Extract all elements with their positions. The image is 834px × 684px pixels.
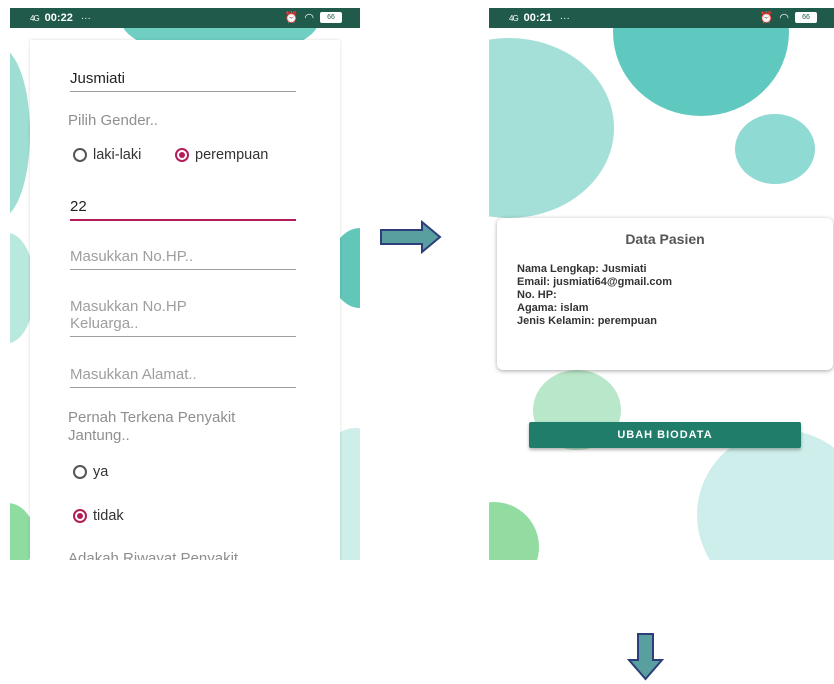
phone-placeholder: Masukkan No.HP..: [70, 248, 194, 265]
bg-circle: [489, 38, 614, 218]
detail-gender: Jenis Kelamin: perempuan: [517, 315, 657, 327]
detail-religion: Agama: islam: [517, 302, 589, 314]
arrow-right-icon: [380, 220, 442, 254]
heart-option-label: tidak: [93, 508, 124, 524]
radio-on-icon: [175, 148, 189, 162]
radio-on-icon: [73, 509, 87, 523]
arrow-down-icon: [626, 633, 665, 681]
alarm-icon: ⏰: [284, 12, 299, 24]
form-screen: 4G 00:22 ··· ⏰ ◠ 66 Jusmiati Pilih Gende…: [10, 8, 360, 568]
alarm-icon: ⏰: [759, 12, 774, 24]
heart-option-label: ya: [93, 464, 109, 480]
patient-data-screen: 4G 00:21 ··· ⏰ ◠ 66 Data Pasien Nama Len…: [489, 8, 834, 568]
address-field[interactable]: Masukkan Alamat..: [70, 366, 296, 388]
heart-disease-label: Pernah Terkena Penyakit Jantung..: [68, 409, 236, 444]
gender-radio-female[interactable]: perempuan: [175, 147, 268, 163]
status-time: 00:22: [44, 12, 73, 24]
detail-email: Email: jusmiati64@gmail.com: [517, 276, 672, 288]
nav-bar: ☰ ⌂ ↩: [489, 560, 834, 568]
radio-off-icon: [73, 465, 87, 479]
signal-icon: 4G: [30, 13, 40, 23]
form-card: Jusmiati Pilih Gender.. laki-laki peremp…: [30, 40, 340, 568]
status-more: ···: [80, 12, 91, 24]
radio-off-icon: [73, 148, 87, 162]
status-bar: 4G 00:21 ··· ⏰ ◠ 66: [489, 8, 834, 28]
bg-circle: [489, 502, 539, 568]
nav-bar: ☰ ⌂ ↩: [10, 560, 360, 568]
patient-info-card: Data Pasien Nama Lengkap: Jusmiati Email…: [497, 218, 833, 370]
age-value: 22: [70, 198, 87, 215]
name-value: Jusmiati: [70, 70, 126, 87]
battery-icon: 66: [320, 12, 342, 23]
family-phone-placeholder: Masukkan No.HP Keluarga..: [70, 298, 187, 332]
detail-phone: No. HP:: [517, 289, 557, 301]
status-bar: 4G 00:22 ··· ⏰ ◠ 66: [10, 8, 360, 28]
heart-radio-no[interactable]: tidak: [73, 508, 124, 524]
gender-radio-male[interactable]: laki-laki: [73, 147, 141, 163]
address-placeholder: Masukkan Alamat..: [70, 366, 197, 383]
status-more: ···: [559, 12, 570, 24]
name-field[interactable]: Jusmiati: [70, 70, 296, 92]
gender-option-label: perempuan: [195, 147, 269, 163]
status-time: 00:21: [523, 12, 552, 24]
heart-radio-yes[interactable]: ya: [73, 464, 108, 480]
phone-field[interactable]: Masukkan No.HP..: [70, 248, 296, 270]
bg-circle: [735, 114, 815, 184]
bg-circle: [10, 48, 30, 218]
card-title: Data Pasien: [625, 231, 705, 247]
age-field[interactable]: 22: [70, 198, 296, 221]
signal-icon: 4G: [509, 13, 519, 23]
battery-icon: 66: [795, 12, 817, 23]
wifi-icon: ◠: [779, 12, 789, 24]
bg-circle: [697, 430, 834, 568]
wifi-icon: ◠: [304, 12, 314, 24]
gender-option-label: laki-laki: [93, 147, 142, 163]
gender-label: Pilih Gender..: [68, 112, 159, 129]
detail-name: Nama Lengkap: Jusmiati: [517, 263, 647, 275]
edit-biodata-button[interactable]: UBAH BIODATA: [529, 422, 801, 448]
patient-details: Nama Lengkap: Jusmiati Email: jusmiati64…: [517, 263, 672, 328]
family-phone-field[interactable]: Masukkan No.HP Keluarga..: [70, 298, 296, 337]
